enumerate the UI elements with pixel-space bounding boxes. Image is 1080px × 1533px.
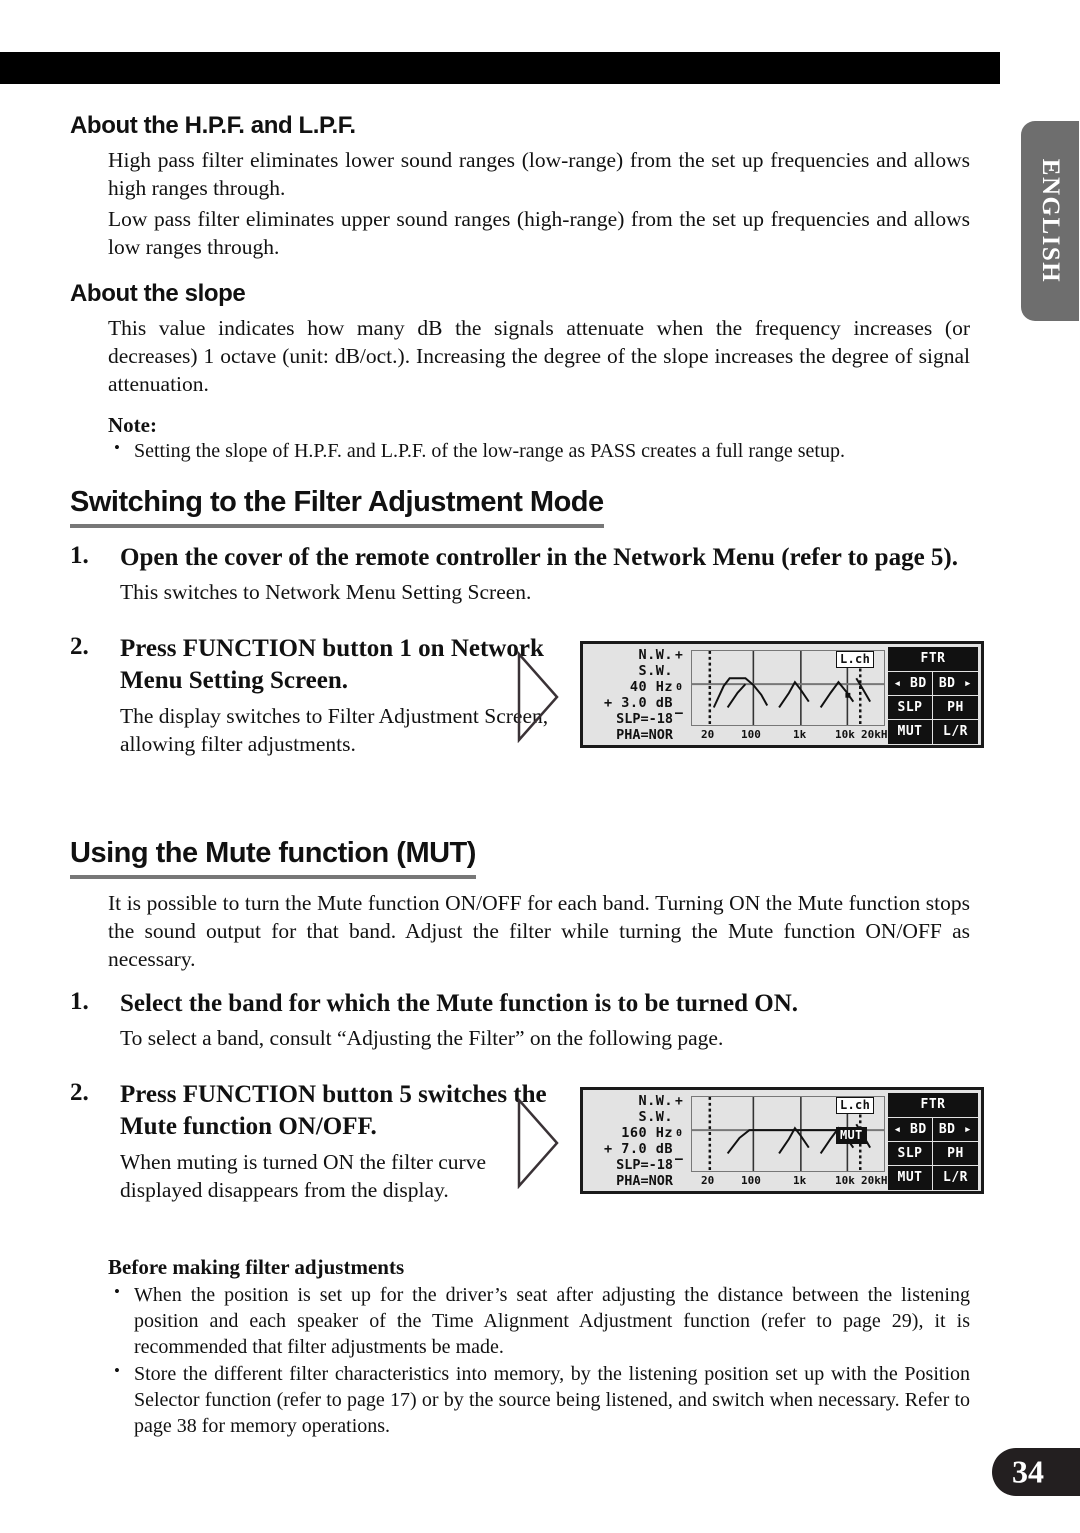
lcd1-y-middle: 0 [676,681,683,693]
mute-step-2-text: 2. Press FUNCTION button 5 switches the … [70,1079,560,1205]
lcd1-button-mute[interactable]: MUT [887,718,933,745]
lcd2-button-mute[interactable]: MUT [887,1164,933,1191]
lcd-filter-adjustment-screen: N.W. S.W. 40 Hz + 3.0 dB SLP=-18 PHA=NOR… [580,640,984,748]
lcd2-button-ftr[interactable]: FTR [887,1091,979,1118]
lcd2-button-band-next[interactable]: BD ▸ [932,1116,979,1142]
note-item: Setting the slope of H.P.F. and L.P.F. o… [108,437,970,464]
lcd2-y-axis: + 0 – [673,1094,689,1180]
lcd2-gain: + 7.0 dB [603,1140,673,1157]
lcd2-channel-badge: L.ch [836,1096,875,1114]
lcd1-x-100: 100 [741,727,761,741]
lcd2-mute-badge: MUT [836,1126,867,1144]
before-adjust-list: When the position is set up for the driv… [108,1281,970,1439]
lcd2-y-middle: 0 [676,1127,683,1139]
mute-step-1: 1. Select the band for which the Mute fu… [70,988,970,1053]
lcd-mute-on-screen: N.W. S.W. 160 Hz + 7.0 dB SLP=-18 PHA=NO… [580,1086,984,1194]
language-tab: ENGLISH [1021,121,1079,321]
switching-step-1-title: Open the cover of the remote controller … [120,543,958,571]
switching-step-2-sub: The display switches to Filter Adjustmen… [120,703,549,756]
switching-step-2-title: Press FUNCTION button 1 on Network Menu … [120,634,544,695]
lcd2-x-10k: 10k [835,1173,855,1187]
mute-step-2-title: Press FUNCTION button 5 switches the Mut… [120,1080,547,1141]
lcd2-readout: N.W. S.W. 160 Hz + 7.0 dB SLP=-18 PHA=NO… [587,1093,673,1193]
language-tab-label: ENGLISH [1037,158,1064,284]
mute-step-2: 2. Press FUNCTION button 5 switches the … [70,1079,984,1229]
switching-step-1-number: 1. [70,541,89,569]
lcd2-x-20: 20 [701,1173,715,1187]
mute-intro: It is possible to turn the Mute function… [108,890,970,972]
note-list: Setting the slope of H.P.F. and L.P.F. o… [108,437,970,464]
switching-step-2: 2. Press FUNCTION button 1 on Network Me… [70,633,984,783]
lcd2-phase: PHA=NOR [616,1172,673,1189]
page-number-label: 34 [1012,1453,1044,1490]
lcd2-x-1k: 1k [793,1173,807,1187]
before-adjust-block: Before making filter adjustments When th… [70,1255,970,1439]
lcd1-button-phase[interactable]: PH [932,694,979,720]
page-number-tab: 34 [992,1448,1080,1496]
lcd1-gain: + 3.0 dB [603,694,673,711]
lcd1-slope: SLP=-18 [616,710,673,727]
lcd1-button-band-next[interactable]: BD ▸ [932,670,979,696]
switching-heading: Switching to the Filter Adjustment Mode [70,486,604,528]
lcd1-line1: N.W. [638,646,673,663]
slope-heading: About the slope [70,279,246,307]
page-content: About the H.P.F. and L.P.F. High pass fi… [70,112,984,1440]
switching-step-2-text: 2. Press FUNCTION button 1 on Network Me… [70,633,560,759]
lcd1-button-cluster: FTR ◂ BD BD ▸ SLP PH MUT L/R [887,645,979,745]
mute-step-1-number: 1. [70,987,89,1015]
lcd1-y-bottom: – [675,705,683,721]
lcd2-button-cluster: FTR ◂ BD BD ▸ SLP PH MUT L/R [887,1091,979,1191]
lcd1-button-band-prev[interactable]: ◂ BD [887,670,933,696]
slope-paragraph: This value indicates how many dB the sig… [108,315,970,397]
lcd1-channel-badge: L.ch [836,650,875,668]
flow-arrow-icon [517,1096,559,1189]
switching-step-2-number: 2. [70,632,89,660]
hpf-lpf-paragraph-2: Low pass filter eliminates upper sound r… [108,206,970,260]
lcd1-button-left-right[interactable]: L/R [932,718,979,745]
lcd2-frequency: 160 Hz [621,1124,673,1141]
lcd1-y-top: + [675,647,683,663]
lcd1-line2: S.W. [638,662,673,679]
lcd1-x-labels: 20 100 1k 10k 20kHz [691,727,894,744]
lcd2-y-top: + [675,1093,683,1109]
before-adjust-item: When the position is set up for the driv… [108,1281,970,1360]
lcd2-button-slope[interactable]: SLP [887,1140,933,1166]
lcd2-line1: N.W. [638,1092,673,1109]
lcd2-slope: SLP=-18 [616,1156,673,1173]
mute-heading: Using the Mute function (MUT) [70,837,476,879]
switching-step-1-sub: This switches to Network Menu Setting Sc… [120,580,532,605]
before-adjust-item: Store the different filter characteristi… [108,1360,970,1439]
note-label: Note: [108,412,157,437]
mute-step-1-title: Select the band for which the Mute funct… [120,989,799,1017]
lcd2-y-bottom: – [675,1151,683,1167]
manual-page: ENGLISH 34 About the H.P.F. and L.P.F. H… [0,0,1080,1533]
lcd2-x-labels: 20 100 1k 10k 20kHz [691,1173,894,1190]
lcd2-button-band-prev[interactable]: ◂ BD [887,1116,933,1142]
mute-heading-wrap: Using the Mute function (MUT) [70,837,970,879]
switching-step-1: 1. Open the cover of the remote controll… [70,542,970,607]
header-band [0,52,1000,84]
lcd1-x-1k: 1k [793,727,807,741]
hpf-lpf-paragraph-1: High pass filter eliminates lower sound … [108,148,970,201]
lcd1-phase: PHA=NOR [616,726,673,743]
lcd1-readout: N.W. S.W. 40 Hz + 3.0 dB SLP=-18 PHA=NOR [587,647,673,747]
lcd1-x-10k: 10k [835,727,855,741]
before-adjust-heading: Before making filter adjustments [108,1254,405,1279]
hpf-lpf-heading: About the H.P.F. and L.P.F. [70,112,356,139]
lcd2-button-left-right[interactable]: L/R [932,1164,979,1191]
lcd2-x-100: 100 [741,1173,761,1187]
lcd1-frequency: 40 Hz [629,678,673,695]
lcd1-x-20: 20 [701,727,715,741]
lcd1-button-slope[interactable]: SLP [887,694,933,720]
lcd2-button-phase[interactable]: PH [932,1140,979,1166]
mute-step-2-number: 2. [70,1078,89,1106]
flow-arrow-icon [517,650,559,743]
lcd1-button-ftr[interactable]: FTR [887,645,979,672]
lcd2-line2: S.W. [638,1108,673,1125]
mute-step-2-sub: When muting is turned ON the filter curv… [120,1149,486,1202]
lcd1-y-axis: + 0 – [673,648,689,734]
switching-heading-wrap: Switching to the Filter Adjustment Mode [70,486,970,528]
mute-step-1-sub: To select a band, consult “Adjusting the… [120,1026,724,1051]
